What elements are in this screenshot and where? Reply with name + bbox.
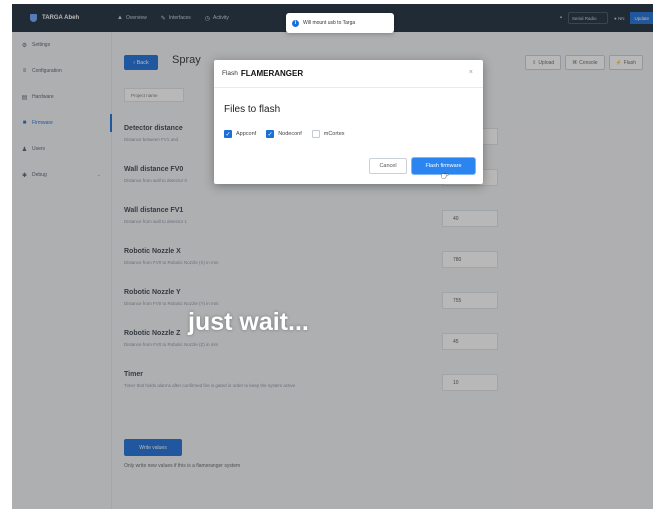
nodeconf-checkbox[interactable]: ✓ bbox=[266, 130, 275, 138]
dialog-header: Flash FLAMERANGER × bbox=[214, 60, 483, 88]
dialog-heading: Files to flash bbox=[224, 104, 281, 115]
notification-toast: i Will mount usb to Targa bbox=[286, 13, 394, 33]
flash-dialog: Flash FLAMERANGER × Files to flash ✓ App… bbox=[214, 60, 483, 184]
app-window: TARGA Abeh ▲ Overview ✎ Interfaces ◷ Act… bbox=[12, 4, 653, 509]
info-icon: i bbox=[292, 19, 299, 27]
appconf-checkbox[interactable]: ✓ bbox=[224, 130, 232, 138]
nodeconf-label: Nodeconf bbox=[278, 131, 302, 137]
mcortex-checkbox[interactable] bbox=[311, 130, 320, 138]
file-checkbox-group: ✓ Appconf ✓ Nodeconf mCortex bbox=[224, 130, 351, 138]
dialog-device-name: FLAMERANGER bbox=[240, 69, 304, 78]
dialog-label: Flash bbox=[222, 70, 238, 77]
mcortex-label: mCortex bbox=[323, 131, 345, 137]
pointer-cursor-icon: ☛ bbox=[441, 171, 450, 181]
toast-message: Will mount usb to Targa bbox=[303, 20, 356, 26]
close-icon[interactable]: × bbox=[469, 69, 473, 76]
overlay-caption: just wait... bbox=[188, 308, 309, 336]
cancel-button[interactable]: Cancel bbox=[369, 158, 407, 174]
appconf-label: Appconf bbox=[236, 131, 257, 137]
